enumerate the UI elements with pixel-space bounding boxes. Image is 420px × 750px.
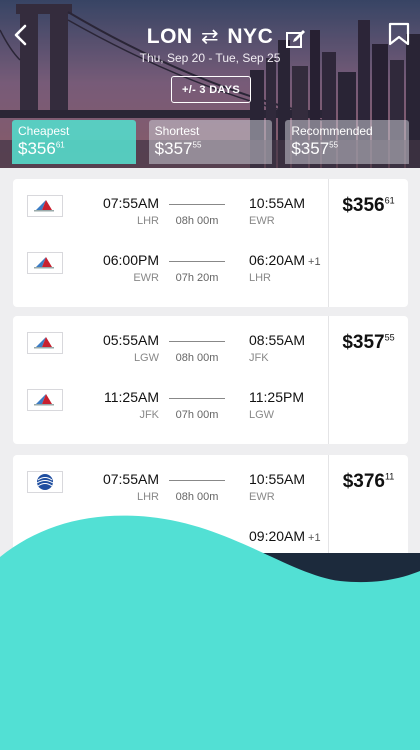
flight-line: [169, 341, 225, 342]
departure-airport: LGW: [133, 352, 159, 364]
arrival-airport: JFK: [249, 352, 269, 364]
tab-label: Cheapest: [18, 124, 70, 138]
tab-shortest[interactable]: Shortest $35755: [148, 120, 273, 164]
arrival-airport: LHR: [249, 272, 272, 284]
trip-dates: Thu, Sep 20 - Tue, Sep 25: [139, 51, 281, 65]
tab-label: Recommended: [291, 124, 373, 138]
arrival-time: 10:55AM: [249, 195, 306, 211]
flight-duration: 08h 00m: [175, 215, 219, 227]
tab-label: Shortest: [154, 124, 200, 138]
arrival-time: 08:55AM: [249, 332, 306, 348]
flight-line: [169, 261, 225, 262]
fare-price: $35755: [342, 332, 395, 353]
sort-tabs: Cheapest $35661 Shortest $35755 Recommen…: [12, 120, 410, 164]
tab-cheapest[interactable]: Cheapest $35661: [12, 120, 136, 164]
departure-time: 11:25AM: [104, 389, 159, 405]
flight-duration: 08h 00m: [175, 491, 219, 503]
departure-time: 07:55AM: [102, 471, 159, 487]
bottom-wave-decoration: [0, 515, 420, 750]
flight-duration: 07h 20m: [175, 272, 219, 284]
american-airlines-logo: [27, 195, 63, 217]
route-from: LON: [146, 25, 193, 48]
flight-line: [169, 480, 225, 481]
tab-recommended[interactable]: Recommended $35755: [285, 120, 410, 164]
tab-price: $35755: [154, 139, 202, 158]
flight-leg-outbound: 05:55AM 08:55AM LGW 08h 00m JFK: [13, 332, 328, 382]
flex-dates-button[interactable]: +/- 3 DAYS: [171, 76, 251, 103]
american-airlines-logo: [27, 252, 63, 274]
fare-price: $35661: [342, 195, 395, 216]
tab-price: $35755: [291, 139, 339, 158]
arrival-airport: LGW: [249, 409, 275, 421]
arrival-time: 11:25PM: [249, 389, 304, 405]
flight-leg-outbound: 07:55AM 10:55AM LHR 08h 00m EWR: [13, 195, 328, 245]
departure-time: 06:00PM: [102, 252, 159, 268]
bookmark-button[interactable]: [388, 22, 412, 48]
swap-icon: ⇄: [200, 25, 220, 48]
bookmark-icon: [388, 22, 410, 46]
flight-duration: 07h 00m: [175, 409, 219, 421]
flight-line: [169, 204, 225, 205]
american-airlines-logo: [27, 389, 63, 411]
flight-line: [169, 398, 225, 399]
american-airlines-logo: [27, 332, 63, 354]
arrival-airport: EWR: [249, 215, 275, 227]
departure-airport: LHR: [136, 215, 159, 227]
flight-result-card[interactable]: 05:55AM 08:55AM LGW 08h 00m JFK 11:25AM …: [13, 316, 408, 444]
arrival-time: 10:55AM: [249, 471, 306, 487]
departure-time: 07:55AM: [102, 195, 159, 211]
edit-search-button[interactable]: [285, 28, 307, 50]
header: LON ⇄ NYC Thu, Sep 20 - Tue, Sep 25 +/- …: [0, 0, 420, 168]
flight-result-card[interactable]: 07:55AM 10:55AM LHR 08h 00m EWR 06:00PM …: [13, 179, 408, 307]
departure-time: 05:55AM: [102, 332, 159, 348]
tab-price: $35661: [18, 139, 65, 158]
route-to: NYC: [227, 25, 274, 48]
flight-leg-return: 11:25AM 11:25PM JFK 07h 00m LGW: [13, 389, 328, 439]
flight-leg-return: 06:00PM 06:20AM +1 EWR 07h 20m LHR: [13, 252, 328, 302]
departure-airport: LHR: [136, 491, 159, 503]
fare-price: $37611: [342, 471, 395, 492]
edit-icon: [286, 30, 305, 48]
arrival-airport: EWR: [249, 491, 275, 503]
arrival-time: 06:20AM +1: [249, 252, 321, 268]
flight-duration: 08h 00m: [175, 352, 219, 364]
departure-airport: EWR: [133, 272, 159, 284]
united-airlines-logo: [27, 471, 63, 493]
departure-airport: JFK: [139, 409, 159, 421]
route-title: LON ⇄ NYC: [0, 24, 420, 49]
